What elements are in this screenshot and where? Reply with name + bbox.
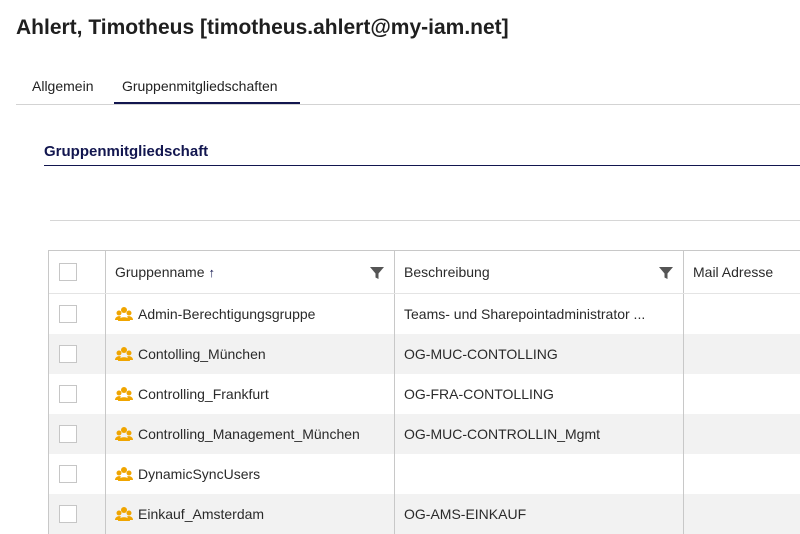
table-header-row: Gruppenname ↑ Beschreibung Mail Adresse bbox=[49, 251, 800, 294]
group-name: Controlling_Management_München bbox=[138, 426, 360, 442]
group-icon bbox=[115, 467, 133, 481]
table-body: Admin-Berechtigungsgruppe Teams- und Sha… bbox=[49, 294, 800, 534]
tab-gruppenmitgliedschaften[interactable]: Gruppenmitgliedschaften bbox=[113, 76, 300, 104]
row-select-cell bbox=[49, 294, 106, 334]
row-checkbox[interactable] bbox=[59, 385, 77, 403]
row-checkbox[interactable] bbox=[59, 505, 77, 523]
group-name-cell: Controlling_Frankfurt bbox=[106, 374, 395, 414]
group-mail-cell bbox=[684, 414, 800, 454]
row-select-cell bbox=[49, 494, 106, 534]
group-icon bbox=[115, 307, 133, 321]
group-mail-cell bbox=[684, 374, 800, 414]
group-description-cell: OG-MUC-CONTROLLIN_Mgmt bbox=[395, 414, 684, 454]
table-row[interactable]: Contolling_München OG-MUC-CONTOLLING bbox=[49, 334, 800, 374]
group-name-cell: Controlling_Management_München bbox=[106, 414, 395, 454]
select-all-cell bbox=[49, 251, 106, 293]
tab-allgemein[interactable]: Allgemein bbox=[16, 76, 101, 96]
column-header-mail[interactable]: Mail Adresse bbox=[684, 251, 800, 293]
group-description: OG-AMS-EINKAUF bbox=[404, 506, 527, 522]
group-description-cell: OG-AMS-EINKAUF bbox=[395, 494, 684, 534]
table-row[interactable]: Controlling_Frankfurt OG-FRA-CONTOLLING bbox=[49, 374, 800, 414]
column-header-description[interactable]: Beschreibung bbox=[395, 251, 684, 293]
group-name-cell: DynamicSyncUsers bbox=[106, 454, 395, 494]
select-all-checkbox[interactable] bbox=[59, 263, 77, 281]
table-row[interactable]: Einkauf_Amsterdam OG-AMS-EINKAUF bbox=[49, 494, 800, 534]
group-name-cell: Einkauf_Amsterdam bbox=[106, 494, 395, 534]
group-icon bbox=[115, 347, 133, 361]
group-name: Controlling_Frankfurt bbox=[138, 386, 269, 402]
divider bbox=[50, 220, 800, 221]
column-header-description-label: Beschreibung bbox=[404, 264, 490, 280]
group-icon bbox=[115, 427, 133, 441]
row-checkbox[interactable] bbox=[59, 465, 77, 483]
row-checkbox[interactable] bbox=[59, 425, 77, 443]
column-header-mail-label: Mail Adresse bbox=[693, 264, 774, 280]
row-select-cell bbox=[49, 374, 106, 414]
column-header-name-label: Gruppenname bbox=[115, 264, 205, 280]
column-header-name[interactable]: Gruppenname ↑ bbox=[106, 251, 395, 293]
row-select-cell bbox=[49, 454, 106, 494]
group-description: OG-FRA-CONTOLLING bbox=[404, 386, 554, 402]
group-description: OG-MUC-CONTOLLING bbox=[404, 346, 558, 362]
group-mail-cell bbox=[684, 294, 800, 334]
group-name: Einkauf_Amsterdam bbox=[138, 506, 265, 522]
row-checkbox[interactable] bbox=[59, 345, 77, 363]
page-title: Ahlert, Timotheus [timotheus.ahlert@my-i… bbox=[16, 16, 509, 39]
group-description: Teams- und Sharepointadministrator ... bbox=[404, 306, 646, 322]
group-description-cell bbox=[395, 454, 684, 494]
section-title: Gruppenmitgliedschaft bbox=[44, 143, 800, 166]
group-mail-cell bbox=[684, 494, 800, 534]
group-name: Admin-Berechtigungsgruppe bbox=[138, 306, 316, 322]
group-name-cell: Admin-Berechtigungsgruppe bbox=[106, 294, 395, 334]
group-name: Contolling_München bbox=[138, 346, 266, 362]
table-row[interactable]: Admin-Berechtigungsgruppe Teams- und Sha… bbox=[49, 294, 800, 334]
row-select-cell bbox=[49, 414, 106, 454]
tab-bar: Allgemein Gruppenmitgliedschaften bbox=[16, 76, 800, 105]
table-row[interactable]: Controlling_Management_München OG-MUC-CO… bbox=[49, 414, 800, 454]
sort-ascending-icon[interactable]: ↑ bbox=[209, 265, 216, 280]
row-checkbox[interactable] bbox=[59, 305, 77, 323]
group-description-cell: OG-MUC-CONTOLLING bbox=[395, 334, 684, 374]
table-row[interactable]: DynamicSyncUsers bbox=[49, 454, 800, 494]
group-mail-cell bbox=[684, 334, 800, 374]
group-name: DynamicSyncUsers bbox=[138, 466, 261, 482]
group-table: Gruppenname ↑ Beschreibung Mail Adresse bbox=[48, 250, 800, 534]
group-name-cell: Contolling_München bbox=[106, 334, 395, 374]
group-description-cell: Teams- und Sharepointadministrator ... bbox=[395, 294, 684, 334]
row-select-cell bbox=[49, 334, 106, 374]
group-description: OG-MUC-CONTROLLIN_Mgmt bbox=[404, 426, 601, 442]
group-icon bbox=[115, 387, 133, 401]
group-mail-cell bbox=[684, 454, 800, 494]
filter-icon[interactable] bbox=[659, 266, 673, 280]
group-icon bbox=[115, 507, 133, 521]
group-description-cell: OG-FRA-CONTOLLING bbox=[395, 374, 684, 414]
filter-icon[interactable] bbox=[370, 266, 384, 280]
